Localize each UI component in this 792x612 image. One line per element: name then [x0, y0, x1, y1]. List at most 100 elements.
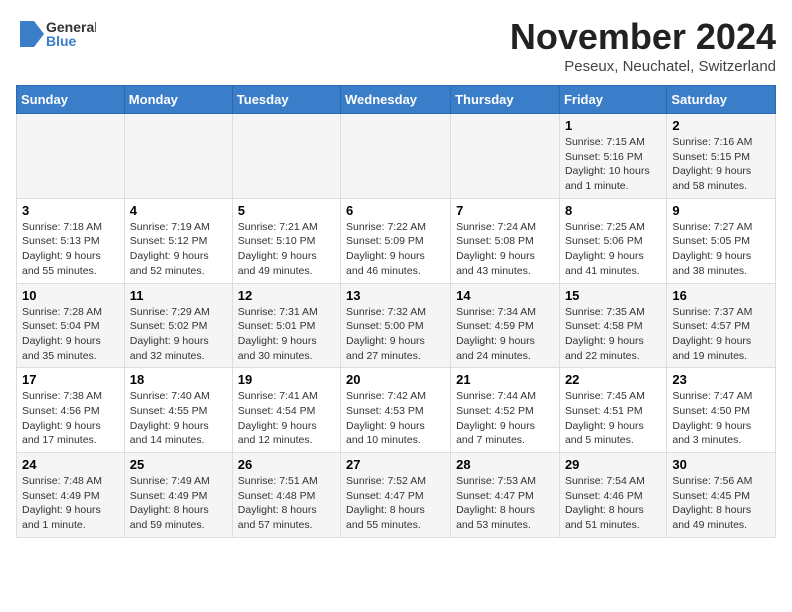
day-info: Sunrise: 7:22 AMSunset: 5:09 PMDaylight:…	[346, 220, 445, 279]
title-area: November 2024 Peseux, Neuchatel, Switzer…	[510, 16, 776, 75]
day-number: 7	[456, 203, 554, 218]
day-info: Sunrise: 7:21 AMSunset: 5:10 PMDaylight:…	[238, 220, 335, 279]
day-info: Sunrise: 7:19 AMSunset: 5:12 PMDaylight:…	[130, 220, 227, 279]
day-number: 25	[130, 457, 227, 472]
day-info: Sunrise: 7:28 AMSunset: 5:04 PMDaylight:…	[22, 305, 119, 364]
day-number: 19	[238, 372, 335, 387]
calendar-cell: 2 Sunrise: 7:16 AMSunset: 5:15 PMDaylight…	[667, 114, 776, 199]
calendar-cell: 27Sunrise: 7:52 AMSunset: 4:47 PMDayligh…	[341, 453, 451, 538]
header-wednesday: Wednesday	[341, 86, 451, 114]
logo: GeneralBlue	[16, 16, 96, 52]
week-row-3: 17Sunrise: 7:38 AMSunset: 4:56 PMDayligh…	[17, 368, 776, 453]
calendar-cell: 28 Sunrise: 7:53 AMSunset: 4:47 PMDayligh…	[451, 453, 560, 538]
day-info: Sunrise: 7:16 AMSunset: 5:15 PMDaylight:…	[672, 135, 770, 194]
calendar-cell	[17, 114, 125, 199]
day-number: 16	[672, 288, 770, 303]
day-number: 9	[672, 203, 770, 218]
day-info: Sunrise: 7:24 AMSunset: 5:08 PMDaylight:…	[456, 220, 554, 279]
day-number: 23	[672, 372, 770, 387]
day-info: Sunrise: 7:47 AMSunset: 4:50 PMDaylight:…	[672, 389, 770, 448]
week-row-2: 10 Sunrise: 7:28 AMSunset: 5:04 PMDayligh…	[17, 283, 776, 368]
calendar-cell: 26 Sunrise: 7:51 AMSunset: 4:48 PMDayligh…	[232, 453, 340, 538]
day-info: Sunrise: 7:18 AMSunset: 5:13 PMDaylight:…	[22, 220, 119, 279]
calendar-cell	[232, 114, 340, 199]
day-number: 18	[130, 372, 227, 387]
day-number: 28	[456, 457, 554, 472]
day-info: Sunrise: 7:35 AMSunset: 4:58 PMDaylight:…	[565, 305, 661, 364]
calendar-cell: 14 Sunrise: 7:34 AMSunset: 4:59 PMDayligh…	[451, 283, 560, 368]
calendar-cell: 24Sunrise: 7:48 AMSunset: 4:49 PMDayligh…	[17, 453, 125, 538]
month-title: November 2024	[510, 16, 776, 58]
calendar-cell: 19 Sunrise: 7:41 AMSunset: 4:54 PMDayligh…	[232, 368, 340, 453]
day-number: 26	[238, 457, 335, 472]
day-number: 15	[565, 288, 661, 303]
calendar-header-row: SundayMondayTuesdayWednesdayThursdayFrid…	[17, 86, 776, 114]
day-number: 8	[565, 203, 661, 218]
day-number: 1	[565, 118, 661, 133]
day-number: 5	[238, 203, 335, 218]
day-number: 17	[22, 372, 119, 387]
day-number: 20	[346, 372, 445, 387]
day-info: Sunrise: 7:45 AMSunset: 4:51 PMDaylight:…	[565, 389, 661, 448]
calendar-cell: 25 Sunrise: 7:49 AMSunset: 4:49 PMDayligh…	[124, 453, 232, 538]
day-number: 6	[346, 203, 445, 218]
day-info: Sunrise: 7:31 AMSunset: 5:01 PMDaylight:…	[238, 305, 335, 364]
day-info: Sunrise: 7:42 AMSunset: 4:53 PMDaylight:…	[346, 389, 445, 448]
day-info: Sunrise: 7:49 AMSunset: 4:49 PMDaylight:…	[130, 474, 227, 533]
calendar-cell: 9 Sunrise: 7:27 AMSunset: 5:05 PMDaylight…	[667, 198, 776, 283]
calendar-cell: 18 Sunrise: 7:40 AMSunset: 4:55 PMDayligh…	[124, 368, 232, 453]
day-number: 30	[672, 457, 770, 472]
day-number: 14	[456, 288, 554, 303]
day-info: Sunrise: 7:52 AMSunset: 4:47 PMDaylight:…	[346, 474, 445, 533]
day-info: Sunrise: 7:44 AMSunset: 4:52 PMDaylight:…	[456, 389, 554, 448]
calendar-table: SundayMondayTuesdayWednesdayThursdayFrid…	[16, 85, 776, 538]
logo-svg: GeneralBlue	[16, 16, 96, 52]
day-info: Sunrise: 7:51 AMSunset: 4:48 PMDaylight:…	[238, 474, 335, 533]
header-sunday: Sunday	[17, 86, 125, 114]
day-info: Sunrise: 7:53 AMSunset: 4:47 PMDaylight:…	[456, 474, 554, 533]
day-info: Sunrise: 7:27 AMSunset: 5:05 PMDaylight:…	[672, 220, 770, 279]
header-tuesday: Tuesday	[232, 86, 340, 114]
day-info: Sunrise: 7:54 AMSunset: 4:46 PMDaylight:…	[565, 474, 661, 533]
calendar-cell: 16Sunrise: 7:37 AMSunset: 4:57 PMDayligh…	[667, 283, 776, 368]
calendar-cell: 8 Sunrise: 7:25 AMSunset: 5:06 PMDaylight…	[559, 198, 666, 283]
calendar-cell: 22 Sunrise: 7:45 AMSunset: 4:51 PMDayligh…	[559, 368, 666, 453]
calendar-cell: 21 Sunrise: 7:44 AMSunset: 4:52 PMDayligh…	[451, 368, 560, 453]
day-info: Sunrise: 7:41 AMSunset: 4:54 PMDaylight:…	[238, 389, 335, 448]
calendar-cell: 6 Sunrise: 7:22 AMSunset: 5:09 PMDaylight…	[341, 198, 451, 283]
day-number: 22	[565, 372, 661, 387]
day-number: 12	[238, 288, 335, 303]
week-row-4: 24Sunrise: 7:48 AMSunset: 4:49 PMDayligh…	[17, 453, 776, 538]
day-info: Sunrise: 7:48 AMSunset: 4:49 PMDaylight:…	[22, 474, 119, 533]
calendar-cell: 5 Sunrise: 7:21 AMSunset: 5:10 PMDaylight…	[232, 198, 340, 283]
day-info: Sunrise: 7:34 AMSunset: 4:59 PMDaylight:…	[456, 305, 554, 364]
location-subtitle: Peseux, Neuchatel, Switzerland	[510, 58, 776, 75]
calendar-cell: 12 Sunrise: 7:31 AMSunset: 5:01 PMDayligh…	[232, 283, 340, 368]
calendar-cell	[451, 114, 560, 199]
day-info: Sunrise: 7:32 AMSunset: 5:00 PMDaylight:…	[346, 305, 445, 364]
day-info: Sunrise: 7:25 AMSunset: 5:06 PMDaylight:…	[565, 220, 661, 279]
calendar-cell: 3 Sunrise: 7:18 AMSunset: 5:13 PMDaylight…	[17, 198, 125, 283]
day-info: Sunrise: 7:56 AMSunset: 4:45 PMDaylight:…	[672, 474, 770, 533]
day-info: Sunrise: 7:15 AMSunset: 5:16 PMDaylight:…	[565, 135, 661, 194]
day-number: 29	[565, 457, 661, 472]
header-monday: Monday	[124, 86, 232, 114]
calendar-cell	[124, 114, 232, 199]
svg-text:Blue: Blue	[46, 33, 77, 49]
calendar-cell: 29 Sunrise: 7:54 AMSunset: 4:46 PMDayligh…	[559, 453, 666, 538]
day-info: Sunrise: 7:29 AMSunset: 5:02 PMDaylight:…	[130, 305, 227, 364]
day-number: 2	[672, 118, 770, 133]
day-number: 21	[456, 372, 554, 387]
week-row-0: 1 Sunrise: 7:15 AMSunset: 5:16 PMDaylight…	[17, 114, 776, 199]
day-number: 10	[22, 288, 119, 303]
calendar-cell: 1 Sunrise: 7:15 AMSunset: 5:16 PMDaylight…	[559, 114, 666, 199]
calendar-cell: 7 Sunrise: 7:24 AMSunset: 5:08 PMDaylight…	[451, 198, 560, 283]
header: GeneralBlue November 2024 Peseux, Neucha…	[16, 16, 776, 75]
calendar-cell: 10 Sunrise: 7:28 AMSunset: 5:04 PMDayligh…	[17, 283, 125, 368]
header-friday: Friday	[559, 86, 666, 114]
week-row-1: 3 Sunrise: 7:18 AMSunset: 5:13 PMDaylight…	[17, 198, 776, 283]
day-number: 3	[22, 203, 119, 218]
day-info: Sunrise: 7:40 AMSunset: 4:55 PMDaylight:…	[130, 389, 227, 448]
calendar-cell: 20 Sunrise: 7:42 AMSunset: 4:53 PMDayligh…	[341, 368, 451, 453]
day-number: 4	[130, 203, 227, 218]
